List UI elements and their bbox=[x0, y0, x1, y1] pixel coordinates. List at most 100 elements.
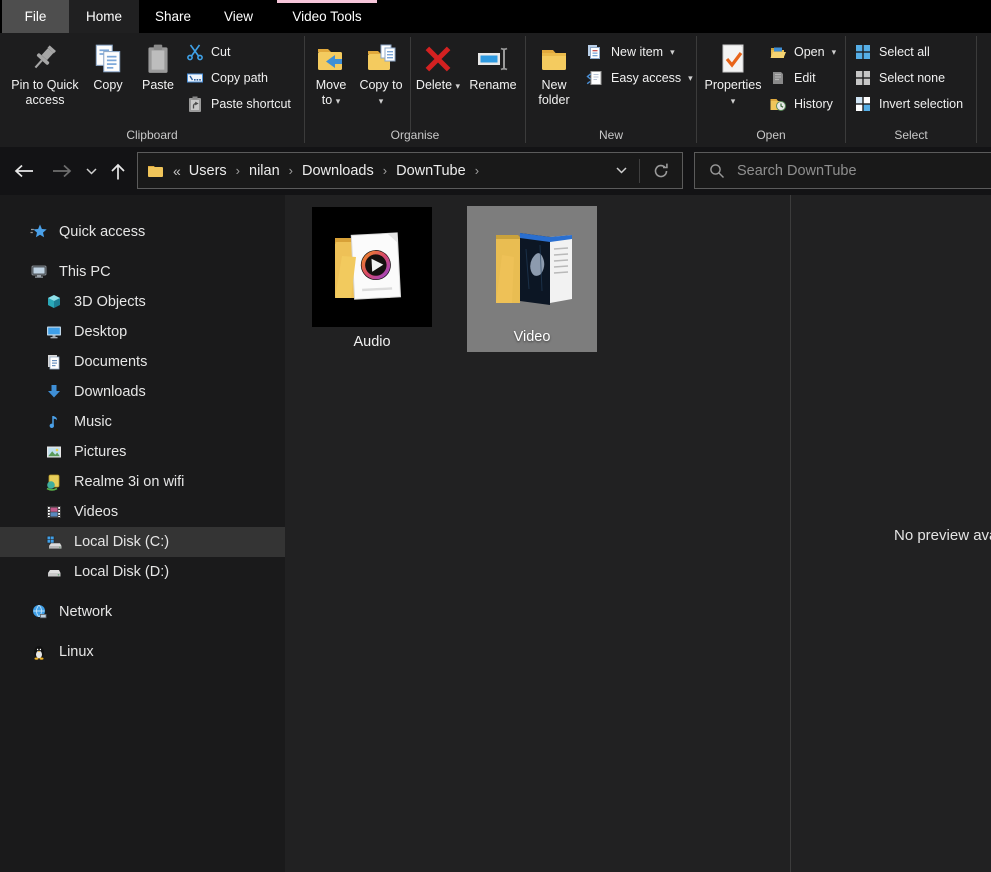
sidebar-item-downloads[interactable]: Downloads bbox=[0, 377, 285, 407]
system-drive-icon bbox=[45, 533, 63, 551]
edit-label: Edit bbox=[794, 71, 816, 85]
sidebar-item-pictures[interactable]: Pictures bbox=[0, 437, 285, 467]
paste-shortcut-label: Paste shortcut bbox=[211, 97, 291, 111]
pin-to-quick-access-label: Pin to Quick access bbox=[11, 78, 79, 107]
forward-button[interactable] bbox=[48, 157, 76, 185]
address-dropdown-button[interactable] bbox=[603, 153, 639, 188]
copy-path-icon bbox=[186, 69, 204, 87]
sidebar-item-label: This PC bbox=[59, 264, 111, 280]
sidebar-item-music[interactable]: Music bbox=[0, 407, 285, 437]
address-bar[interactable]: « Users › nilan › Downloads › DownTube › bbox=[137, 152, 683, 189]
sidebar-item-label: Music bbox=[74, 414, 112, 430]
ribbon-group-open: Properties ▾ Open ▾ Edit History Open bbox=[697, 33, 845, 147]
copy-icon bbox=[91, 42, 125, 76]
breadcrumb-separator[interactable]: › bbox=[231, 163, 245, 178]
open-button[interactable]: Open ▾ bbox=[769, 39, 836, 65]
properties-button[interactable]: Properties ▾ bbox=[703, 37, 763, 109]
pictures-icon bbox=[45, 443, 63, 461]
sidebar-item-3d-objects[interactable]: 3D Objects bbox=[0, 287, 285, 317]
phone-device-icon bbox=[45, 473, 63, 491]
sidebar-item-this-pc[interactable]: This PC bbox=[0, 257, 285, 287]
copy-to-button[interactable]: Copy to ▾ bbox=[359, 37, 403, 109]
breadcrumb-collapsed-indicator[interactable]: « bbox=[173, 163, 181, 179]
tab-share[interactable]: Share bbox=[139, 0, 207, 33]
new-folder-button[interactable]: New folder bbox=[528, 37, 580, 108]
paste-label: Paste bbox=[142, 78, 174, 92]
properties-icon bbox=[716, 42, 750, 76]
tab-file[interactable]: File bbox=[2, 0, 69, 33]
file-label: Video bbox=[513, 329, 551, 345]
breadcrumb-separator[interactable]: › bbox=[284, 163, 298, 178]
paste-icon bbox=[141, 42, 175, 76]
video-folder-icon bbox=[474, 210, 590, 328]
breadcrumb-users[interactable]: Users bbox=[185, 163, 231, 179]
file-tile-video[interactable]: Video bbox=[467, 206, 597, 352]
paste-shortcut-button[interactable]: Paste shortcut bbox=[186, 91, 291, 117]
edit-icon bbox=[769, 69, 787, 87]
sidebar-item-label: Desktop bbox=[74, 324, 128, 340]
download-arrow-icon bbox=[45, 383, 63, 401]
history-label: History bbox=[794, 97, 833, 111]
delete-button[interactable]: Delete ▾ bbox=[415, 37, 461, 94]
move-to-button[interactable]: Move to ▾ bbox=[309, 37, 353, 109]
breadcrumb-nilan[interactable]: nilan bbox=[245, 163, 284, 179]
tab-home[interactable]: Home bbox=[69, 0, 139, 33]
sidebar-item-linux[interactable]: Linux bbox=[0, 637, 285, 667]
ribbon-group-clipboard: Pin to Quick access Copy Paste Cut Copy … bbox=[0, 33, 304, 147]
select-all-button[interactable]: Select all bbox=[854, 39, 930, 65]
new-folder-label: New folder bbox=[538, 78, 570, 107]
open-label: Open bbox=[794, 45, 825, 59]
copy-path-label: Copy path bbox=[211, 71, 268, 85]
sidebar-item-label: Videos bbox=[74, 504, 119, 520]
copy-button[interactable]: Copy bbox=[84, 37, 132, 93]
cut-icon bbox=[186, 43, 204, 61]
ribbon-tab-bar: File Home Share View Video Tools bbox=[0, 0, 991, 33]
file-tile-audio[interactable]: Audio bbox=[312, 207, 432, 350]
search-input[interactable] bbox=[737, 162, 991, 179]
breadcrumb-separator[interactable]: › bbox=[470, 163, 484, 178]
refresh-button[interactable] bbox=[640, 153, 682, 188]
ribbon-inner-divider bbox=[410, 37, 411, 133]
invert-selection-button[interactable]: Invert selection bbox=[854, 91, 963, 117]
history-button[interactable]: History bbox=[769, 91, 833, 117]
file-list-area[interactable]: Audio Video bbox=[285, 195, 790, 872]
sidebar-item-network[interactable]: Network bbox=[0, 597, 285, 627]
tab-video-tools[interactable]: Video Tools bbox=[277, 0, 377, 33]
group-label-organise: Organise bbox=[390, 128, 440, 142]
sidebar-item-label: Linux bbox=[59, 644, 94, 660]
breadcrumb-downloads[interactable]: Downloads bbox=[298, 163, 378, 179]
up-button[interactable] bbox=[104, 157, 132, 185]
rename-button[interactable]: Rename bbox=[465, 37, 521, 93]
sidebar-item-videos[interactable]: Videos bbox=[0, 497, 285, 527]
delete-label: Delete ▾ bbox=[415, 78, 461, 92]
copy-path-button[interactable]: Copy path bbox=[186, 65, 268, 91]
ribbon-group-new: New folder New item ▾ Easy access ▾ New bbox=[526, 33, 696, 147]
back-button[interactable] bbox=[10, 157, 38, 185]
paste-shortcut-icon bbox=[186, 95, 204, 113]
pin-to-quick-access-button[interactable]: Pin to Quick access bbox=[6, 37, 84, 108]
ribbon-group-organise: Move to ▾ Copy to ▾ Delete ▾ Rename Orga… bbox=[305, 33, 525, 147]
select-none-button[interactable]: Select none bbox=[854, 65, 945, 91]
sidebar-item-local-disk-c[interactable]: Local Disk (C:) bbox=[0, 527, 285, 557]
easy-access-button[interactable]: Easy access ▾ bbox=[586, 65, 693, 91]
sidebar-item-realme-3i[interactable]: Realme 3i on wifi bbox=[0, 467, 285, 497]
paste-button[interactable]: Paste bbox=[134, 37, 182, 93]
sidebar-item-local-disk-d[interactable]: Local Disk (D:) bbox=[0, 557, 285, 587]
film-strip-icon bbox=[45, 503, 63, 521]
music-note-icon bbox=[45, 413, 63, 431]
sidebar-item-quick-access[interactable]: Quick access bbox=[0, 217, 285, 247]
sidebar-item-desktop[interactable]: Desktop bbox=[0, 317, 285, 347]
tab-view[interactable]: View bbox=[207, 0, 270, 33]
cut-button[interactable]: Cut bbox=[186, 39, 230, 65]
breadcrumb-separator[interactable]: › bbox=[378, 163, 392, 178]
sidebar-item-label: Downloads bbox=[74, 384, 146, 400]
sidebar-item-label: Pictures bbox=[74, 444, 127, 460]
recent-locations-button[interactable] bbox=[80, 157, 102, 185]
navigation-bar: « Users › nilan › Downloads › DownTube › bbox=[0, 147, 991, 195]
edit-button[interactable]: Edit bbox=[769, 65, 816, 91]
new-item-button[interactable]: New item ▾ bbox=[586, 39, 675, 65]
sidebar-item-documents[interactable]: Documents bbox=[0, 347, 285, 377]
breadcrumb-downtube[interactable]: DownTube bbox=[392, 163, 470, 179]
3d-cube-icon bbox=[45, 293, 63, 311]
pin-icon bbox=[28, 42, 62, 76]
